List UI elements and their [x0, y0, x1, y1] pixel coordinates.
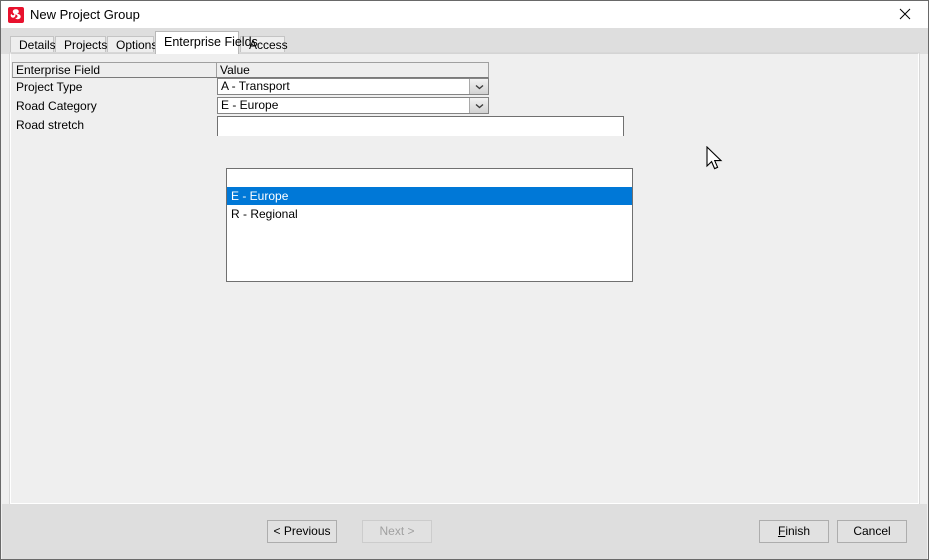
table-row: Project Type A - Transport [12, 78, 489, 97]
previous-button[interactable]: < Previous [267, 520, 337, 543]
tab-options[interactable]: Options [107, 36, 157, 54]
combo-road-category[interactable]: E - Europe [217, 97, 489, 114]
tab-details[interactable]: Details [10, 36, 56, 54]
dropdown-list-road-stretch[interactable]: E - Europe R - Regional [226, 168, 633, 282]
list-item[interactable]: R - Regional [227, 205, 632, 223]
row-label-road-category: Road Category [16, 99, 97, 113]
app-logo-icon [8, 7, 24, 23]
combo-project-type[interactable]: A - Transport [217, 78, 489, 95]
chevron-down-icon[interactable] [469, 79, 488, 94]
grid-header-enterprise-field[interactable]: Enterprise Field [13, 63, 217, 77]
finish-label-rest: inish [785, 524, 811, 538]
window-title: New Project Group [30, 7, 140, 22]
tab-strip: Details Projects Options Enterprise Fiel… [1, 28, 928, 54]
list-item[interactable]: E - Europe [227, 187, 632, 205]
cancel-button[interactable]: Cancel [837, 520, 907, 543]
title-bar: New Project Group [1, 1, 928, 29]
enterprise-fields-grid: Enterprise Field Value Project Type A - … [12, 62, 624, 136]
list-item[interactable] [227, 169, 632, 187]
combo-project-type-value: A - Transport [221, 79, 290, 93]
row-label-project-type: Project Type [16, 80, 83, 94]
row-label-road-stretch: Road stretch [16, 118, 85, 132]
table-row: Road stretch [12, 116, 624, 136]
close-icon[interactable] [882, 1, 928, 27]
next-button: Next > [362, 520, 432, 543]
combo-road-stretch-input[interactable] [217, 116, 624, 136]
combo-road-category-value: E - Europe [221, 98, 279, 112]
finish-button[interactable]: Finish [759, 520, 829, 543]
grid-header-row: Enterprise Field Value [12, 62, 489, 78]
dialog-footer: < Previous Next > Finish Cancel [2, 504, 927, 559]
tab-enterprise-fields[interactable]: Enterprise Fields [155, 31, 258, 54]
dialog-window: New Project Group Details Projects Optio… [0, 0, 929, 560]
chevron-down-icon[interactable] [469, 98, 488, 113]
table-row: Road Category E - Europe [12, 97, 489, 116]
tab-page-enterprise-fields: Enterprise Field Value Project Type A - … [10, 53, 919, 504]
tab-projects[interactable]: Projects [55, 36, 107, 54]
grid-header-value[interactable]: Value [217, 63, 488, 77]
